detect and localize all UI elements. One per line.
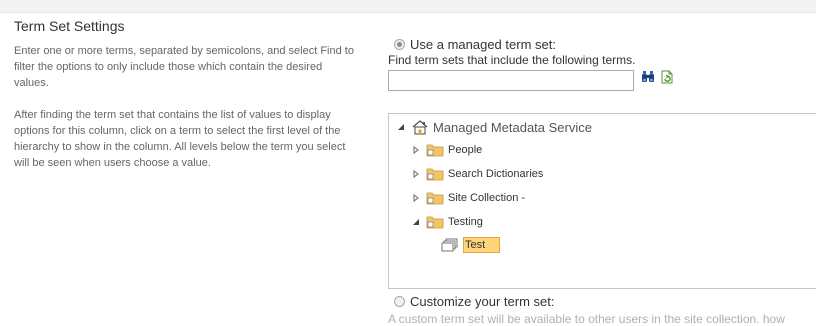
tree-node-test[interactable]: Test	[441, 237, 501, 253]
tree-node-site-collection[interactable]: Site Collection -	[411, 191, 525, 205]
folder-icon	[426, 144, 444, 157]
tree-node-root[interactable]: Managed Metadata Service	[396, 119, 592, 135]
term-search-input[interactable]	[388, 70, 634, 91]
custom-term-set-radio[interactable]	[394, 296, 405, 307]
tree-label-testing: Testing	[448, 216, 483, 228]
tree-label-site-collection: Site Collection -	[448, 192, 526, 204]
tree-node-people[interactable]: People	[411, 143, 482, 157]
section-description-find: Enter one or more terms, separated by se…	[14, 45, 354, 89]
folder-icon	[426, 192, 444, 205]
collapse-arrow-icon[interactable]	[396, 122, 406, 132]
managed-term-set-radio[interactable]	[394, 39, 405, 50]
tree-node-search-dictionaries[interactable]: Search Dictionaries	[411, 167, 543, 181]
use-managed-term-set-option[interactable]: Use a managed term set:	[394, 37, 556, 52]
tree-node-testing[interactable]: Testing	[411, 215, 483, 229]
top-strip	[0, 0, 816, 13]
expand-arrow-icon[interactable]	[411, 193, 421, 203]
custom-term-set-description: A custom term set will be available to o…	[388, 312, 785, 326]
expand-arrow-icon[interactable]	[411, 145, 421, 155]
collapse-arrow-icon[interactable]	[411, 217, 421, 227]
folder-icon	[426, 168, 444, 181]
browse-refresh-icon	[661, 70, 673, 84]
managed-term-set-label: Use a managed term set:	[410, 37, 556, 52]
customize-term-set-option[interactable]: Customize your term set:	[394, 294, 555, 309]
find-button[interactable]	[641, 70, 655, 84]
selected-term-label: Test	[463, 237, 501, 253]
browse-button[interactable]	[660, 70, 674, 84]
expand-arrow-icon[interactable]	[411, 169, 421, 179]
term-set-icon	[441, 238, 458, 252]
binoculars-icon	[642, 71, 654, 82]
home-icon	[412, 120, 428, 135]
custom-term-set-label: Customize your term set:	[410, 294, 555, 309]
folder-icon	[426, 216, 444, 229]
tree-root-label: Managed Metadata Service	[433, 119, 592, 135]
section-title: Term Set Settings	[14, 18, 125, 34]
section-description-hierarchy: After finding the term set that contains…	[14, 109, 346, 169]
tree-label-people: People	[448, 144, 483, 156]
tree-label-search-dictionaries: Search Dictionaries	[448, 168, 544, 180]
term-set-tree[interactable]: Managed Metadata Service People Search D…	[388, 113, 816, 289]
find-term-sets-label: Find term sets that include the followin…	[388, 53, 636, 67]
